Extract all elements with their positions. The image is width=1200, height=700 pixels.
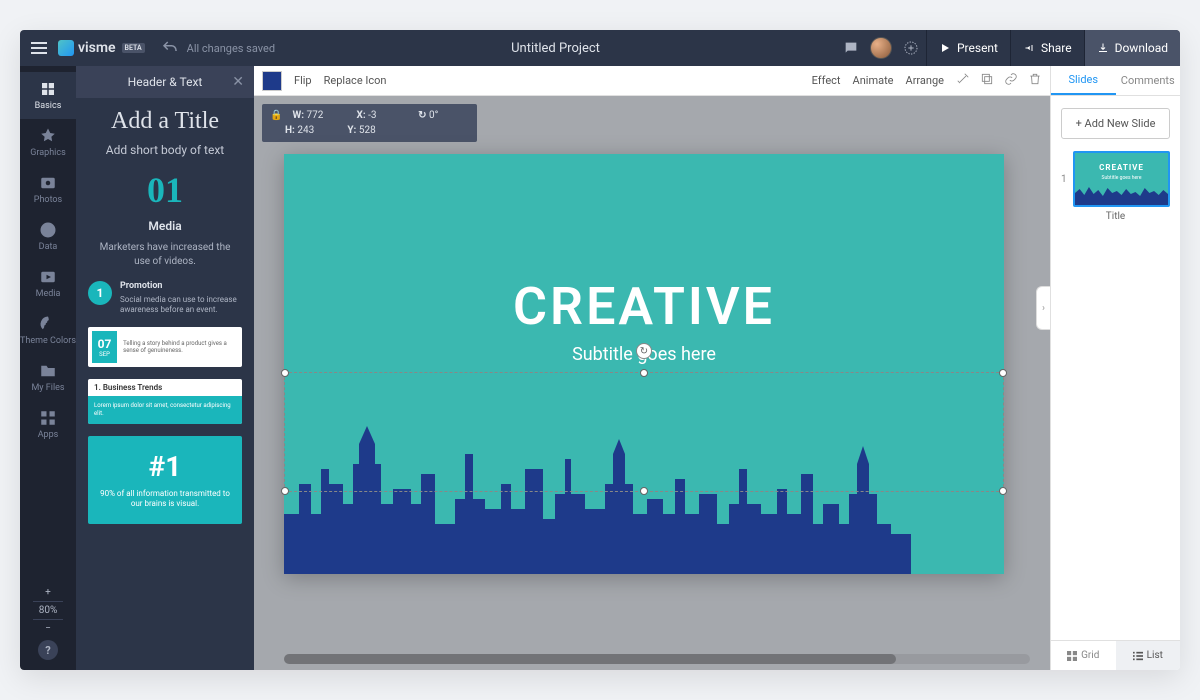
- templates-panel: Header & Text ✕ Add a Title Add short bo…: [76, 66, 254, 670]
- trash-icon[interactable]: [1028, 72, 1042, 89]
- template-media-heading[interactable]: Media: [88, 219, 242, 233]
- horizontal-scrollbar[interactable]: [284, 654, 1030, 664]
- fill-color-swatch[interactable]: [262, 71, 282, 91]
- close-panel-icon[interactable]: ✕: [232, 74, 244, 90]
- rail-photos[interactable]: Photos: [20, 166, 76, 213]
- thumbnail-label: Title: [1051, 211, 1180, 222]
- share-button[interactable]: Share: [1010, 30, 1084, 66]
- duplicate-icon[interactable]: [980, 72, 994, 89]
- context-toolbar: Flip Replace Icon Effect Animate Arrange: [254, 66, 1050, 96]
- slide-number: 1: [1061, 174, 1069, 185]
- help-button[interactable]: ?: [38, 640, 58, 660]
- dimensions-badge: 🔒 W: 772X: -3↻ 0° H: 243Y: 528: [262, 104, 477, 142]
- replace-icon-button[interactable]: Replace Icon: [324, 74, 387, 87]
- effect-button[interactable]: Effect: [812, 74, 841, 87]
- template-promotion[interactable]: 1 PromotionSocial media can use to incre…: [88, 281, 242, 315]
- rail-media[interactable]: Media: [20, 260, 76, 307]
- user-avatar[interactable]: [866, 30, 896, 66]
- tab-slides[interactable]: Slides: [1051, 66, 1116, 95]
- right-panel: Slides Comments + Add New Slide 1 CREATI…: [1050, 66, 1180, 670]
- view-list-button[interactable]: List: [1116, 641, 1181, 670]
- slide-thumbnail[interactable]: CREATIVE Subtitle goes here: [1073, 151, 1170, 207]
- download-button[interactable]: Download: [1084, 30, 1180, 66]
- rail-apps[interactable]: Apps: [20, 401, 76, 448]
- template-stat-card[interactable]: #1 90% of all information transmitted to…: [88, 436, 242, 524]
- menu-button[interactable]: [20, 47, 58, 49]
- rail-theme-colors[interactable]: Theme Colors: [20, 307, 76, 354]
- save-status: All changes saved: [187, 42, 275, 55]
- panel-header: Header & Text ✕: [76, 66, 254, 98]
- magic-wand-icon[interactable]: [956, 72, 970, 89]
- rail-my-files[interactable]: My Files: [20, 354, 76, 401]
- skyline-graphic[interactable]: [284, 414, 1004, 574]
- add-user-icon[interactable]: [896, 30, 926, 66]
- collapse-right-panel-tab[interactable]: ›: [1036, 286, 1050, 330]
- project-title[interactable]: Untitled Project: [275, 41, 836, 56]
- zoom-control[interactable]: + 80% −: [33, 587, 63, 634]
- undo-icon[interactable]: [161, 39, 179, 57]
- beta-badge: BETA: [122, 43, 145, 53]
- flip-button[interactable]: Flip: [294, 74, 312, 87]
- present-button[interactable]: Present: [926, 30, 1010, 66]
- chat-icon[interactable]: [836, 30, 866, 66]
- rail-data[interactable]: Data: [20, 213, 76, 260]
- template-title[interactable]: Add a Title: [88, 108, 242, 135]
- rail-basics[interactable]: Basics: [20, 72, 76, 119]
- add-slide-button[interactable]: + Add New Slide: [1061, 108, 1170, 139]
- link-icon[interactable]: [1004, 72, 1018, 89]
- rail-graphics[interactable]: Graphics: [20, 119, 76, 166]
- view-grid-button[interactable]: Grid: [1051, 641, 1116, 670]
- animate-button[interactable]: Animate: [853, 74, 894, 87]
- template-subtitle[interactable]: Add short body of text: [88, 143, 242, 157]
- brand-name: visme: [78, 40, 116, 56]
- arrange-button[interactable]: Arrange: [906, 74, 944, 87]
- slide-canvas[interactable]: CREATIVE Subtitle goes here: [284, 154, 1004, 574]
- canvas[interactable]: 🔒 W: 772X: -3↻ 0° H: 243Y: 528 CREATIVE …: [254, 96, 1050, 670]
- tab-comments[interactable]: Comments: [1116, 66, 1181, 95]
- brand-logo[interactable]: visme BETA: [58, 40, 145, 56]
- logo-mark-icon: [58, 40, 74, 56]
- template-business-card[interactable]: 1. Business Trends Lorem ipsum dolor sit…: [88, 379, 242, 424]
- left-rail: Basics Graphics Photos Data Media Theme …: [20, 66, 76, 670]
- template-media-text[interactable]: Marketers have increased the use of vide…: [88, 241, 242, 269]
- promo-badge: 1: [88, 281, 112, 305]
- template-number[interactable]: 01: [88, 169, 242, 211]
- slide-subtitle-text[interactable]: Subtitle goes here: [284, 344, 1004, 365]
- template-date-card[interactable]: 07SEP Telling a story behind a product g…: [88, 327, 242, 367]
- slide-title-text[interactable]: CREATIVE: [284, 276, 1004, 337]
